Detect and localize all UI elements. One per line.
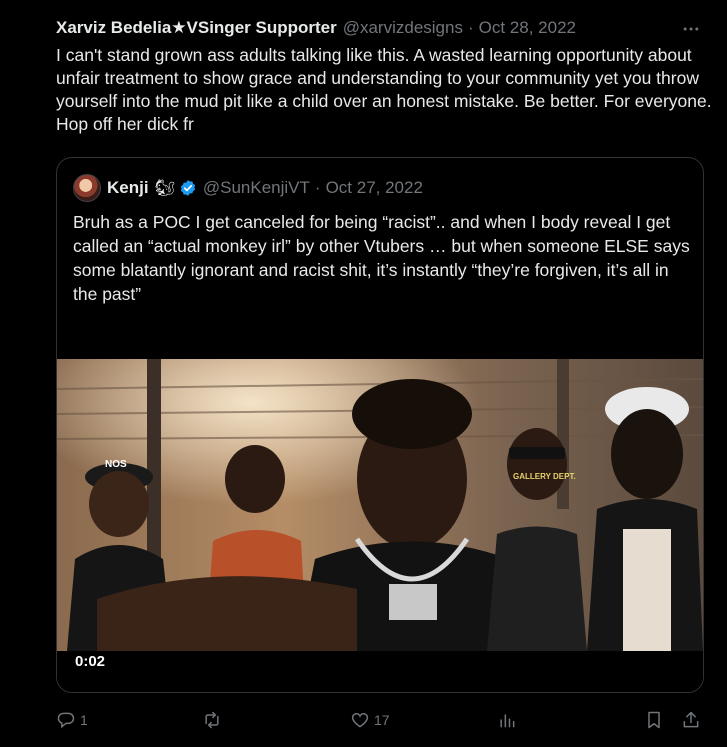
reply-button[interactable]: 1	[56, 708, 88, 732]
cap-text-right: GALLERY DEPT.	[513, 472, 576, 481]
bookmark-icon	[648, 711, 660, 729]
quoted-tweet-header: Kenji 🐿 @SunKenjiVT · Oct 27, 2022	[73, 174, 423, 202]
retweet-button[interactable]	[202, 708, 226, 732]
video-controls-bar	[57, 651, 703, 692]
quoted-tweet-text: Bruh as a POC I get canceled for being “…	[73, 212, 690, 304]
like-icon	[351, 712, 369, 728]
video-frame: NOS GALLERY DEPT.	[57, 359, 703, 651]
retweet-icon	[205, 711, 219, 729]
views-icon	[500, 714, 515, 728]
quoted-author-handle[interactable]: @SunKenjiVT	[203, 178, 310, 198]
separator: ·	[467, 18, 474, 37]
more-icon	[683, 27, 699, 31]
views-button[interactable]	[497, 708, 521, 732]
verified-icon	[179, 179, 197, 197]
tweet-text: I can't stand grown ass adults talking l…	[56, 45, 712, 134]
action-bar: 1 17	[56, 708, 716, 732]
quoted-tweet[interactable]: Kenji 🐿 @SunKenjiVT · Oct 27, 2022 Bruh …	[56, 157, 704, 693]
avatar[interactable]	[73, 174, 101, 202]
more-button[interactable]	[679, 17, 703, 41]
like-button[interactable]: 17	[350, 708, 390, 732]
cap-text-left: NOS	[105, 459, 127, 470]
quoted-tweet-date[interactable]: Oct 27, 2022	[326, 178, 423, 198]
author-handle[interactable]: @xarvizdesigns	[343, 18, 463, 38]
video-timestamp: 0:02	[75, 653, 106, 670]
tweet[interactable]: Xarviz Bedelia★VSinger Supporter @xarviz…	[0, 0, 727, 747]
bookmark-button[interactable]	[644, 708, 664, 732]
squirrel-emoji: 🐿	[154, 180, 175, 197]
quoted-author-name[interactable]: Kenji	[107, 178, 149, 198]
share-icon	[683, 711, 699, 728]
reply-icon	[57, 712, 75, 729]
share-button[interactable]	[681, 708, 701, 732]
author-name[interactable]: Xarviz Bedelia★VSinger Supporter	[56, 18, 337, 38]
like-count: 17	[374, 712, 390, 728]
tweet-header: Xarviz Bedelia★VSinger Supporter @xarviz…	[56, 17, 707, 39]
tweet-date[interactable]: Oct 28, 2022	[479, 18, 576, 38]
reply-count: 1	[80, 712, 88, 728]
video-player[interactable]: NOS GALLERY DEPT.	[57, 359, 703, 651]
separator: ·	[314, 178, 321, 197]
